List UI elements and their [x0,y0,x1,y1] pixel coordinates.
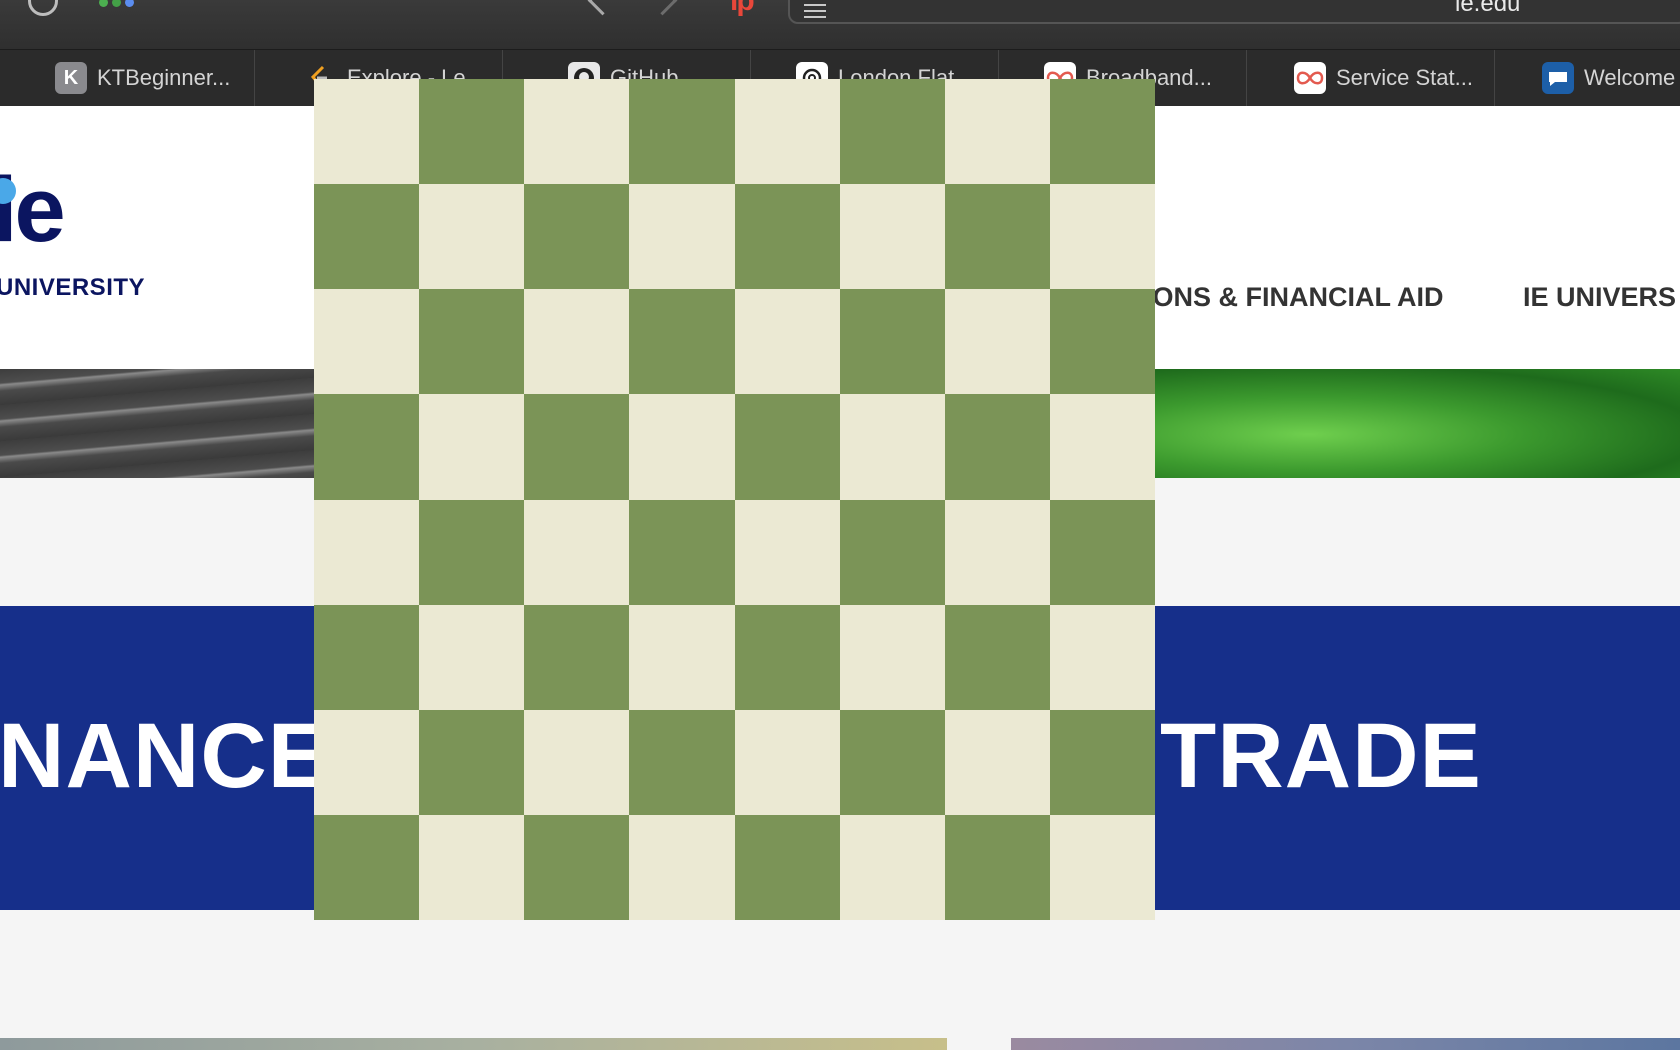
chess-square[interactable] [314,79,420,185]
chess-square[interactable] [314,289,420,395]
chess-square[interactable] [629,394,735,500]
chess-square[interactable] [314,709,420,815]
logo-subtext: UNIVERSITY [0,274,146,301]
chess-square[interactable] [419,604,525,710]
chess-square[interactable] [419,184,525,290]
chess-square[interactable] [1049,499,1155,605]
chess-square[interactable] [314,394,420,500]
chess-square[interactable] [734,499,840,605]
chess-square[interactable] [1049,184,1155,290]
chessboard[interactable] [314,79,1155,920]
chess-square[interactable] [524,184,630,290]
tab-label: Welcome [1584,65,1676,90]
chess-square[interactable] [734,79,840,185]
tab-label: KTBeginner... [97,65,231,90]
chess-square[interactable] [524,289,630,395]
chess-square[interactable] [1049,814,1155,920]
banner-word-left: NANCE [0,705,331,807]
infinity-icon [1294,62,1326,94]
chess-square[interactable] [734,289,840,395]
chess-square[interactable] [314,604,420,710]
chess-square[interactable] [734,394,840,500]
tab-service-status[interactable]: Service Stat... [1247,50,1495,106]
k-letter-icon: K [55,62,87,94]
chess-square[interactable] [419,394,525,500]
chess-square[interactable] [734,184,840,290]
reload-icon[interactable] [28,0,58,16]
chess-square[interactable] [839,604,945,710]
chess-square[interactable] [734,604,840,710]
chess-square[interactable] [944,499,1050,605]
chess-square[interactable] [629,604,735,710]
chess-square[interactable] [839,184,945,290]
address-text: ie.edu [1455,0,1521,17]
chess-square[interactable] [839,814,945,920]
chess-square[interactable] [944,709,1050,815]
forward-arrow-icon[interactable] [647,0,678,16]
chess-square[interactable] [419,814,525,920]
tab-welcome[interactable]: Welcome [1495,50,1680,106]
chess-square[interactable] [1049,394,1155,500]
chess-square[interactable] [944,184,1050,290]
chess-square[interactable] [524,709,630,815]
nav-admissions-financial-aid[interactable]: IONS & FINANCIAL AID [1145,282,1444,313]
chess-square[interactable] [1049,709,1155,815]
chess-square[interactable] [314,814,420,920]
chess-square[interactable] [944,79,1050,185]
chess-square[interactable] [1049,604,1155,710]
chess-square[interactable] [839,394,945,500]
chess-square[interactable] [734,814,840,920]
chess-square[interactable] [1049,289,1155,395]
chess-square[interactable] [944,814,1050,920]
chat-icon [1542,62,1574,94]
chess-square[interactable] [629,814,735,920]
chess-square[interactable] [839,79,945,185]
address-bar[interactable]: ie.edu [788,0,1680,24]
tab-label: Service Stat... [1336,65,1473,90]
green-abstract-image [1150,369,1680,478]
chess-square[interactable] [419,709,525,815]
chess-square[interactable] [944,604,1050,710]
chess-square[interactable] [524,394,630,500]
chess-square[interactable] [419,289,525,395]
extension-icon[interactable]: ip [730,0,755,18]
chess-square[interactable] [1049,79,1155,185]
chess-square[interactable] [419,79,525,185]
chess-square[interactable] [944,289,1050,395]
banner-word-right: TRADE [1160,705,1482,807]
chess-square[interactable] [314,184,420,290]
chess-square[interactable] [524,814,630,920]
back-arrow-icon[interactable] [587,0,618,16]
logo-text[interactable]: ie [0,164,66,256]
chess-square[interactable] [839,289,945,395]
app-launcher-icon[interactable] [99,0,139,16]
chess-square[interactable] [944,394,1050,500]
chess-square[interactable] [629,289,735,395]
reader-menu-icon[interactable] [804,4,826,18]
tab-ktbeginner[interactable]: K KTBeginner... [10,50,255,106]
chess-square[interactable] [524,499,630,605]
chess-square[interactable] [629,184,735,290]
chess-square[interactable] [314,499,420,605]
screen: ip ie.edu K KTBeginner... Explore - Le..… [0,0,1680,1050]
chess-square[interactable] [734,709,840,815]
card-image-right[interactable] [1011,1038,1680,1050]
chess-square[interactable] [419,499,525,605]
chess-square[interactable] [839,709,945,815]
chess-square[interactable] [629,79,735,185]
browser-toolbar: ip ie.edu [0,0,1680,50]
nav-ie-university[interactable]: IE UNIVERS [1523,282,1676,313]
chess-square[interactable] [629,499,735,605]
chess-square[interactable] [524,604,630,710]
stone-steps-image [0,369,320,478]
chess-square[interactable] [629,709,735,815]
chess-square[interactable] [524,79,630,185]
chess-square[interactable] [839,499,945,605]
card-image-left[interactable] [0,1038,947,1050]
